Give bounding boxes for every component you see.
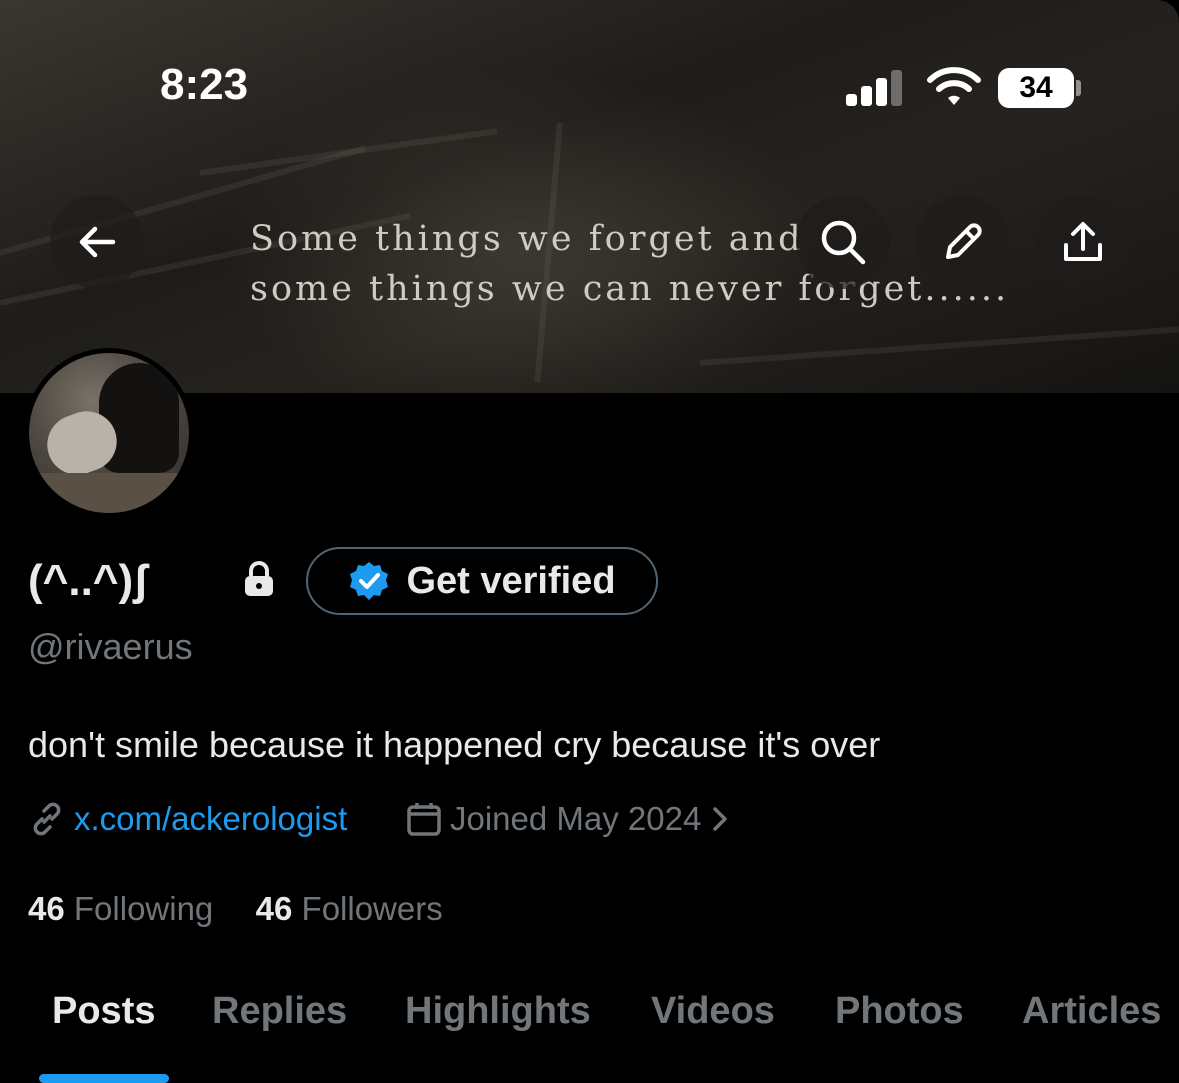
battery-nub xyxy=(1076,80,1081,96)
tab-videos[interactable]: Videos xyxy=(651,990,775,1033)
share-button[interactable] xyxy=(1036,195,1130,289)
share-icon xyxy=(1064,222,1102,261)
verified-badge-icon xyxy=(350,562,389,600)
tab-articles[interactable]: Articles xyxy=(1022,990,1161,1033)
user-bio: don't smile because it happened cry beca… xyxy=(28,724,881,765)
lock-icon xyxy=(245,561,273,596)
profile-banner[interactable]: Some things we forget and some things we… xyxy=(0,0,1179,393)
get-verified-button[interactable]: Get verified xyxy=(306,547,658,615)
banner-quote-line-1: Some things we forget and xyxy=(250,219,804,259)
get-verified-label: Get verified xyxy=(406,559,616,602)
pencil-icon xyxy=(946,223,982,259)
joined-date-row[interactable]: Joined May 2024 xyxy=(406,800,731,838)
chevron-right-icon xyxy=(713,807,728,831)
profile-link[interactable]: x.com/ackerologist xyxy=(74,800,347,838)
edit-button[interactable] xyxy=(916,195,1010,289)
banner-quote: Some things we forget and some things we… xyxy=(250,214,1009,314)
profile-tabs: Posts Replies Highlights Videos Photos A… xyxy=(0,990,1179,1083)
back-arrow-icon xyxy=(79,226,116,258)
battery-icon: 34 xyxy=(998,68,1074,108)
avatar[interactable] xyxy=(24,348,194,518)
calendar-icon xyxy=(407,803,441,836)
banner-quote-line-2: some things we can never forget...... xyxy=(250,269,1010,309)
tab-photos[interactable]: Photos xyxy=(835,990,964,1033)
tab-highlights[interactable]: Highlights xyxy=(405,990,591,1033)
back-button[interactable] xyxy=(50,195,144,289)
joined-date: Joined May 2024 xyxy=(450,800,702,837)
following-link[interactable]: 46 Following xyxy=(28,890,213,927)
tab-replies[interactable]: Replies xyxy=(212,990,347,1033)
following-count: 46 xyxy=(28,890,65,927)
following-label: Following xyxy=(73,890,214,927)
wifi-icon xyxy=(927,67,981,105)
followers-count: 46 xyxy=(255,890,293,927)
status-time: 8:23 xyxy=(160,60,249,109)
search-button[interactable] xyxy=(796,195,890,289)
signal-icon xyxy=(846,70,904,106)
link-icon xyxy=(33,802,61,836)
profile-link-row: x.com/ackerologist xyxy=(28,800,347,838)
display-name: (^..^)ʃ xyxy=(28,556,148,605)
avatar-image xyxy=(29,353,189,513)
followers-label: Followers xyxy=(301,890,443,927)
tab-posts[interactable]: Posts xyxy=(52,990,155,1033)
user-handle: @rivaerus xyxy=(28,626,193,667)
active-tab-indicator xyxy=(39,1074,169,1083)
battery-level: 34 xyxy=(1019,71,1053,104)
follow-stats: 46 Following 46 Followers xyxy=(28,890,443,928)
followers-link[interactable]: 46 Followers xyxy=(256,890,443,927)
search-icon xyxy=(821,220,866,265)
